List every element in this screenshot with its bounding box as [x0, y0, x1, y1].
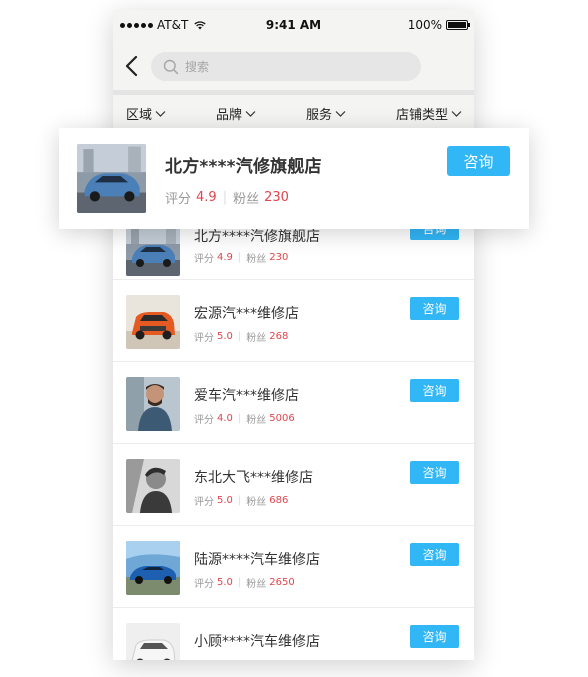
fans-label: 粉丝 [246, 333, 267, 344]
fans-label: 粉丝 [246, 254, 267, 265]
shop-meta: 评分 5.0 | 粉丝 2650 [194, 575, 295, 590]
featured-shop-thumbnail [77, 144, 146, 213]
shop-name: 北方****汽修旗舰店 [194, 229, 320, 245]
battery-icon [446, 20, 470, 30]
consult-button[interactable]: 咨询 [410, 297, 459, 320]
list-item[interactable]: 东北大飞***维修店 评分 5.0 | 粉丝 686 咨询 [113, 444, 474, 526]
rating-value: 5.0 [217, 331, 233, 342]
featured-shop-meta: 评分 4.9 | 粉丝 230 [165, 188, 289, 207]
rating-value: 5.0 [217, 577, 233, 588]
back-arrow-icon[interactable] [123, 55, 141, 77]
fans-label: 粉丝 [246, 415, 267, 426]
shop-thumbnail [126, 541, 180, 595]
status-bar: AT&T 9:41 AM 100% [113, 10, 474, 43]
chevron-down-icon [451, 110, 462, 117]
shop-thumbnail [126, 377, 180, 431]
rating-label: 评分 [165, 192, 192, 207]
fans-value: 268 [269, 331, 289, 342]
shop-name: 小顾****汽车维修店 [194, 634, 320, 650]
rating-label: 评分 [194, 254, 214, 265]
fans-label: 粉丝 [246, 497, 267, 508]
shop-thumbnail [126, 295, 180, 349]
filter-region-label: 区域 [126, 108, 153, 123]
filter-region[interactable]: 区域 [126, 104, 166, 123]
filter-service-label: 服务 [305, 108, 332, 123]
rating-value: 4.9 [217, 252, 233, 263]
featured-consult-button[interactable]: 咨询 [447, 146, 510, 176]
list-item[interactable]: 小顾****汽车维修店 咨询 [113, 608, 474, 660]
filter-shop-type[interactable]: 店铺类型 [396, 104, 462, 123]
shop-meta: 评分 4.9 | 粉丝 230 [194, 250, 288, 265]
filter-brand[interactable]: 品牌 [216, 104, 256, 123]
rating-label: 评分 [194, 333, 214, 344]
shop-thumbnail [126, 459, 180, 513]
featured-shop-name: 北方****汽修旗舰店 [165, 157, 322, 177]
fans-value: 230 [264, 190, 289, 205]
search-icon [163, 59, 179, 74]
shop-name: 东北大飞***维修店 [194, 470, 313, 486]
fans-label: 粉丝 [246, 579, 267, 590]
fans-value: 5006 [269, 413, 295, 424]
meta-divider: | [237, 495, 242, 506]
shop-meta: 评分 4.0 | 粉丝 5006 [194, 411, 295, 426]
fans-value: 2650 [269, 577, 295, 588]
fans-value: 686 [269, 495, 289, 506]
consult-button[interactable]: 咨询 [410, 625, 459, 648]
meta-divider: | [237, 577, 242, 588]
battery-fill [448, 22, 466, 28]
rating-label: 评分 [194, 579, 214, 590]
shop-name: 爱车汽***维修店 [194, 388, 299, 404]
shop-thumbnail [126, 623, 180, 660]
list-item[interactable]: 爱车汽***维修店 评分 4.0 | 粉丝 5006 咨询 [113, 362, 474, 444]
list-item[interactable]: 宏源汽***维修店 评分 5.0 | 粉丝 268 咨询 [113, 280, 474, 362]
rating-label: 评分 [194, 415, 214, 426]
filter-bar: 区域 品牌 服务 店铺类型 [113, 95, 474, 132]
shop-meta: 评分 5.0 | 粉丝 268 [194, 329, 288, 344]
fans-label: 粉丝 [233, 192, 260, 207]
nav-bar [113, 43, 474, 90]
filter-service[interactable]: 服务 [306, 104, 346, 123]
meta-divider: | [222, 190, 228, 205]
phone-screen: AT&T 9:41 AM 100% 搜索 区域 品牌 服务 店铺类型 北方***… [113, 10, 474, 660]
search-box[interactable] [151, 52, 421, 81]
rating-value: 5.0 [217, 495, 233, 506]
search-input[interactable] [185, 59, 385, 74]
chevron-down-icon [335, 110, 346, 117]
consult-button[interactable]: 咨询 [410, 543, 459, 566]
consult-button[interactable]: 咨询 [410, 379, 459, 402]
shop-thumbnail [126, 222, 180, 276]
meta-divider: | [237, 252, 242, 263]
shop-list: 北方****汽修旗舰店 评分 4.9 | 粉丝 230 咨询 宏源汽***维修店… [113, 217, 474, 660]
rating-value: 4.0 [217, 413, 233, 424]
featured-shop-card[interactable]: 北方****汽修旗舰店 评分 4.9 | 粉丝 230 咨询 [59, 128, 529, 229]
shop-name: 宏源汽***维修店 [194, 306, 299, 322]
chevron-down-icon [155, 110, 166, 117]
shop-meta: 评分 5.0 | 粉丝 686 [194, 493, 288, 508]
shop-name: 陆源****汽车维修店 [194, 552, 320, 568]
meta-divider: | [237, 331, 242, 342]
list-item[interactable]: 陆源****汽车维修店 评分 5.0 | 粉丝 2650 咨询 [113, 526, 474, 608]
chevron-down-icon [245, 110, 256, 117]
page: AT&T 9:41 AM 100% 搜索 区域 品牌 服务 店铺类型 北方***… [0, 0, 588, 677]
meta-divider: | [237, 413, 242, 424]
fans-value: 230 [269, 252, 289, 263]
battery-percent: 100% [407, 18, 442, 32]
filter-brand-label: 品牌 [215, 108, 242, 123]
consult-button[interactable]: 咨询 [410, 461, 459, 484]
status-right: 100% [407, 18, 470, 32]
rating-value: 4.9 [196, 190, 217, 205]
rating-label: 评分 [194, 497, 214, 508]
filter-shop-type-label: 店铺类型 [395, 108, 448, 123]
